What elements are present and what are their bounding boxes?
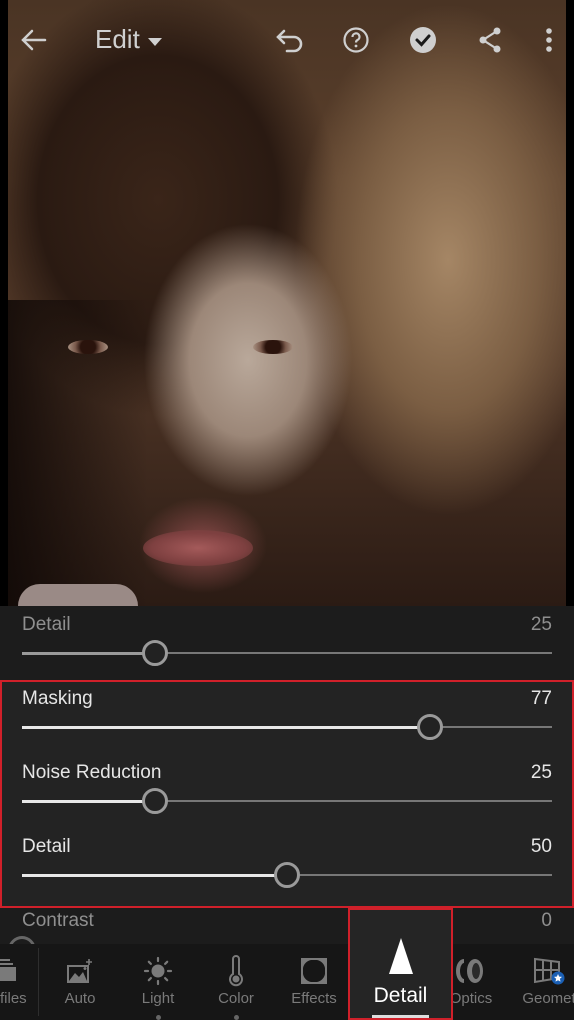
modified-indicator-dot (234, 1015, 239, 1020)
slider-thumb[interactable] (274, 862, 300, 888)
share-icon[interactable] (472, 22, 508, 58)
noise-detail-slider[interactable]: Detail 50 (0, 828, 574, 902)
tool-auto[interactable]: Auto (41, 944, 119, 1020)
tool-label: Light (141, 990, 175, 1007)
slider-value: 25 (530, 614, 552, 635)
light-sun-icon (119, 944, 197, 988)
tool-color[interactable]: Color (197, 944, 275, 1020)
photo-eye-left (68, 340, 108, 354)
tool-label: files (0, 990, 27, 1007)
photo-eye-right (253, 340, 293, 354)
edit-toolbar: files Auto Light Color Effects Optics Ge… (0, 944, 574, 1020)
more-vertical-icon[interactable] (531, 22, 567, 58)
slider-track[interactable] (22, 640, 552, 666)
slider-track[interactable] (22, 862, 552, 888)
slider-label: Detail (22, 836, 71, 857)
tool-profiles[interactable]: files (0, 944, 42, 1020)
dropdown-caret-icon (147, 37, 162, 46)
contrast-label: Contrast (22, 910, 94, 931)
geometry-grid-icon (510, 944, 574, 988)
tool-label: Detail (373, 984, 428, 1007)
slider-value: 50 (530, 836, 552, 857)
detail-triangle-icon (388, 938, 413, 974)
color-thermometer-icon (197, 944, 275, 988)
slider-thumb[interactable] (141, 788, 168, 814)
auto-magic-icon (41, 944, 119, 988)
modified-indicator-dot (156, 1015, 161, 1020)
slider-label: Noise Reduction (22, 762, 162, 783)
photo-hand (18, 584, 138, 606)
slider-track[interactable] (22, 714, 552, 740)
effects-vignette-icon (275, 944, 353, 988)
slider-thumb[interactable] (141, 640, 168, 666)
done-check-icon[interactable] (405, 22, 441, 58)
active-tab-indicator (372, 1015, 429, 1018)
back-arrow-icon[interactable] (16, 22, 52, 58)
tool-label: Effects (291, 990, 337, 1007)
masking-slider[interactable]: Masking 77 (0, 680, 574, 754)
tool-detail[interactable]: Detail (348, 908, 453, 1020)
slider-fill (22, 725, 431, 729)
undo-icon[interactable] (272, 22, 308, 58)
noise-reduction-slider[interactable]: Noise Reduction 25 (0, 754, 574, 828)
top-bar: Edit (0, 0, 574, 80)
tool-label: Auto (64, 990, 96, 1007)
toolbar-divider (38, 948, 39, 1016)
help-icon[interactable] (338, 22, 374, 58)
photo-canvas[interactable] (8, 0, 566, 606)
slider-track[interactable] (22, 788, 552, 814)
slider-thumb[interactable] (417, 714, 444, 740)
contrast-value: 0 (541, 910, 552, 931)
slider-value: 25 (530, 762, 552, 783)
slider-fill (22, 651, 155, 655)
slider-label: Masking (22, 688, 93, 709)
slider-value: 77 (530, 688, 552, 709)
slider-label: Detail (22, 614, 71, 635)
sharpening-detail-slider[interactable]: Detail 25 (0, 606, 574, 680)
page-title: Edit (95, 24, 140, 54)
tool-geometry[interactable]: Geomet (510, 944, 574, 1020)
tool-light[interactable]: Light (119, 944, 197, 1020)
slider-fill (22, 873, 287, 877)
edit-mode-dropdown[interactable]: Edit (95, 24, 162, 55)
tool-label: Geomet (522, 990, 574, 1007)
tool-label: Color (218, 990, 254, 1007)
slider-fill (22, 799, 155, 803)
photo-lips (143, 530, 253, 566)
tool-effects[interactable]: Effects (275, 944, 353, 1020)
profiles-icon (0, 944, 42, 988)
